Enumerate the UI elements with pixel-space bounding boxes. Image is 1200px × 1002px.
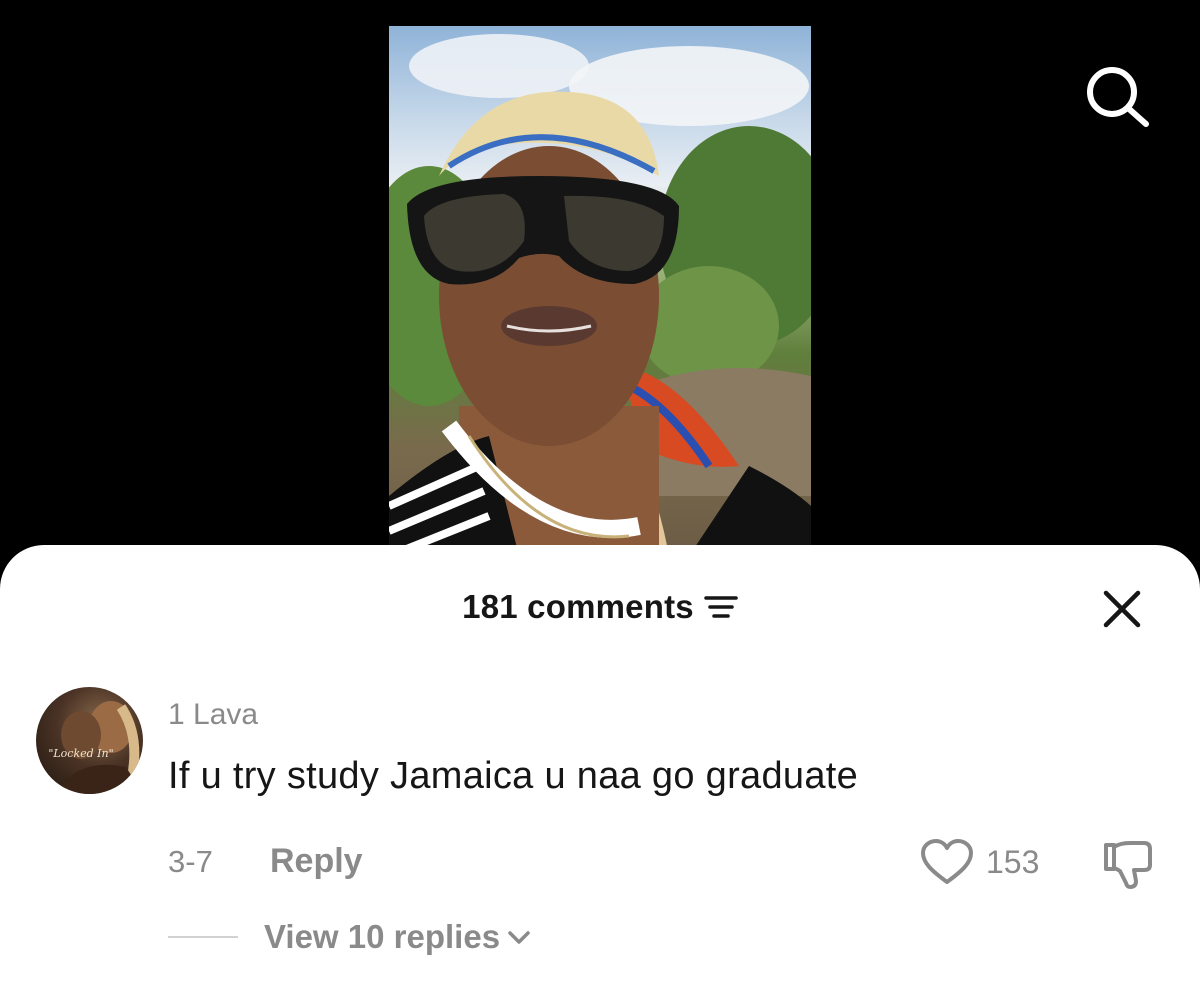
avatar-image	[56, 701, 143, 794]
thumbs-down-icon	[1104, 841, 1152, 889]
chevron-down-icon	[508, 931, 530, 944]
like-button[interactable]: 153	[920, 837, 1039, 887]
comment-date: 3-7	[168, 844, 213, 879]
comment-count: 181 comments	[462, 588, 694, 625]
comment-text: If u try study Jamaica u naa go graduate	[168, 755, 859, 797]
video-scene	[389, 34, 811, 556]
comments-sheet: 181 comments "Locked In" 1 Lava If u try…	[0, 545, 1200, 1002]
like-count: 153	[986, 843, 1040, 880]
reply-button[interactable]: Reply	[270, 842, 363, 881]
close-icon	[1103, 590, 1141, 628]
heart-outline-icon	[921, 839, 973, 884]
dislike-button[interactable]	[1100, 837, 1156, 893]
view-replies-button[interactable]: View 10 replies	[168, 915, 532, 959]
replies-divider	[168, 936, 238, 938]
search-button[interactable]	[1082, 62, 1154, 130]
comments-header: 181 comments	[0, 585, 1200, 629]
comment-username[interactable]: 1 Lava	[168, 698, 258, 732]
avatar[interactable]: "Locked In"	[36, 687, 143, 794]
video-thumbnail[interactable]	[389, 26, 811, 556]
close-button[interactable]	[1100, 587, 1144, 631]
screen: 181 comments "Locked In" 1 Lava If u try…	[0, 0, 1200, 1002]
sort-lines-icon[interactable]	[704, 592, 738, 622]
avatar-caption: "Locked In"	[48, 747, 114, 760]
search-icon	[1087, 67, 1149, 127]
view-replies-label: View 10 replies	[264, 918, 501, 955]
